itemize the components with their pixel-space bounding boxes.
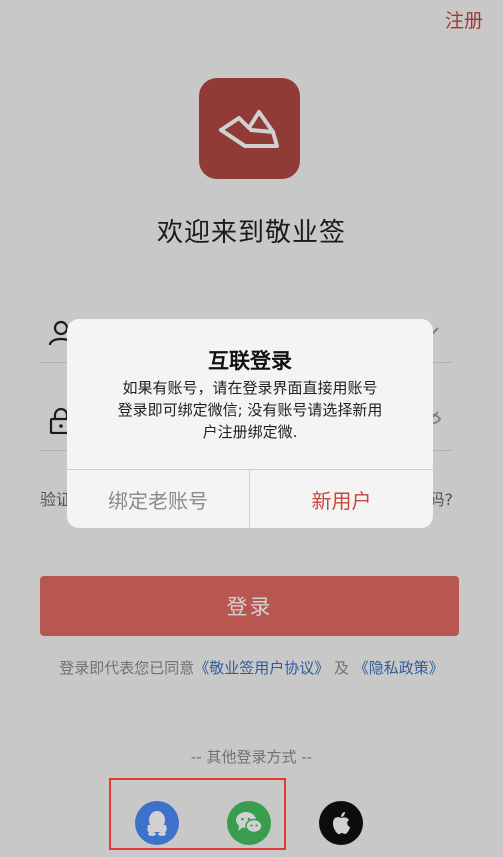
new-user-button[interactable]: 新用户 xyxy=(250,470,433,528)
login-page: 注册 欢迎来到敬业签 验证 码? 登录 登录即代表您已同意《敬业签用户协议》 及… xyxy=(0,0,503,857)
interconnect-login-dialog: 互联登录 如果有账号，请在登录界面直接用账号 登录即可绑定微信; 没有账号请选择… xyxy=(67,319,433,528)
dialog-message-line: 登录即可绑定微信; 没有账号请选择新用 xyxy=(117,401,383,419)
dialog-message-line: 如果有账号，请在登录界面直接用账号 xyxy=(122,379,378,397)
dialog-message: 如果有账号，请在登录界面直接用账号 登录即可绑定微信; 没有账号请选择新用 户注… xyxy=(89,377,411,443)
dialog-message-line: 户注册绑定微. xyxy=(202,423,298,441)
bind-old-account-button[interactable]: 绑定老账号 xyxy=(67,470,249,528)
dialog-title: 互联登录 xyxy=(208,349,292,373)
